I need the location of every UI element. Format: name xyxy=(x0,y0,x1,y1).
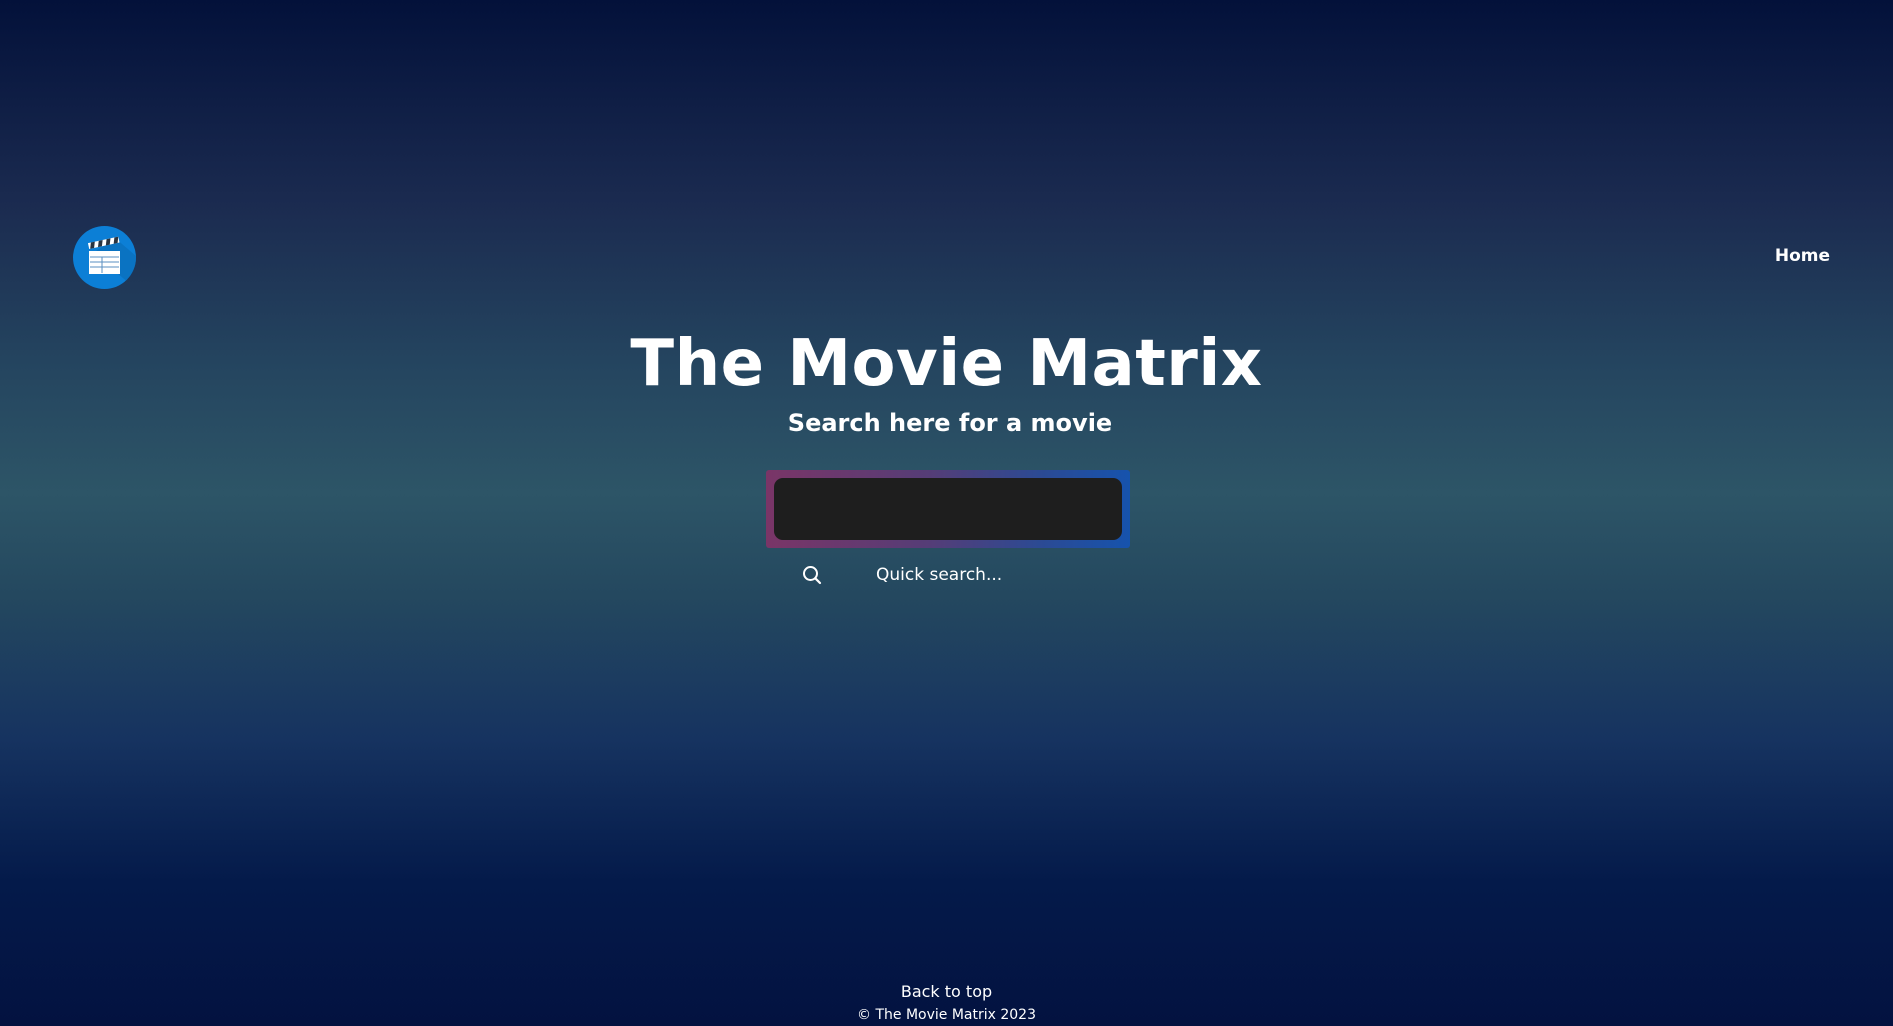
search-box xyxy=(766,470,1130,548)
footer: Back to top © The Movie Matrix 2023 xyxy=(0,982,1893,1025)
quick-search-button[interactable]: Quick search... xyxy=(800,560,1002,590)
back-to-top-link[interactable]: Back to top xyxy=(0,982,1893,1002)
clapperboard-icon xyxy=(87,236,136,289)
search-input[interactable] xyxy=(774,478,1122,540)
nav-home-link[interactable]: Home xyxy=(1775,246,1830,266)
logo-button[interactable] xyxy=(73,226,136,289)
quick-search-label: Quick search... xyxy=(876,565,1003,585)
search-icon xyxy=(800,563,824,587)
copyright-text: © The Movie Matrix 2023 xyxy=(857,1007,1036,1023)
page-subtitle: Search here for a movie xyxy=(787,409,1113,437)
page-title: The Movie Matrix xyxy=(630,327,1263,401)
